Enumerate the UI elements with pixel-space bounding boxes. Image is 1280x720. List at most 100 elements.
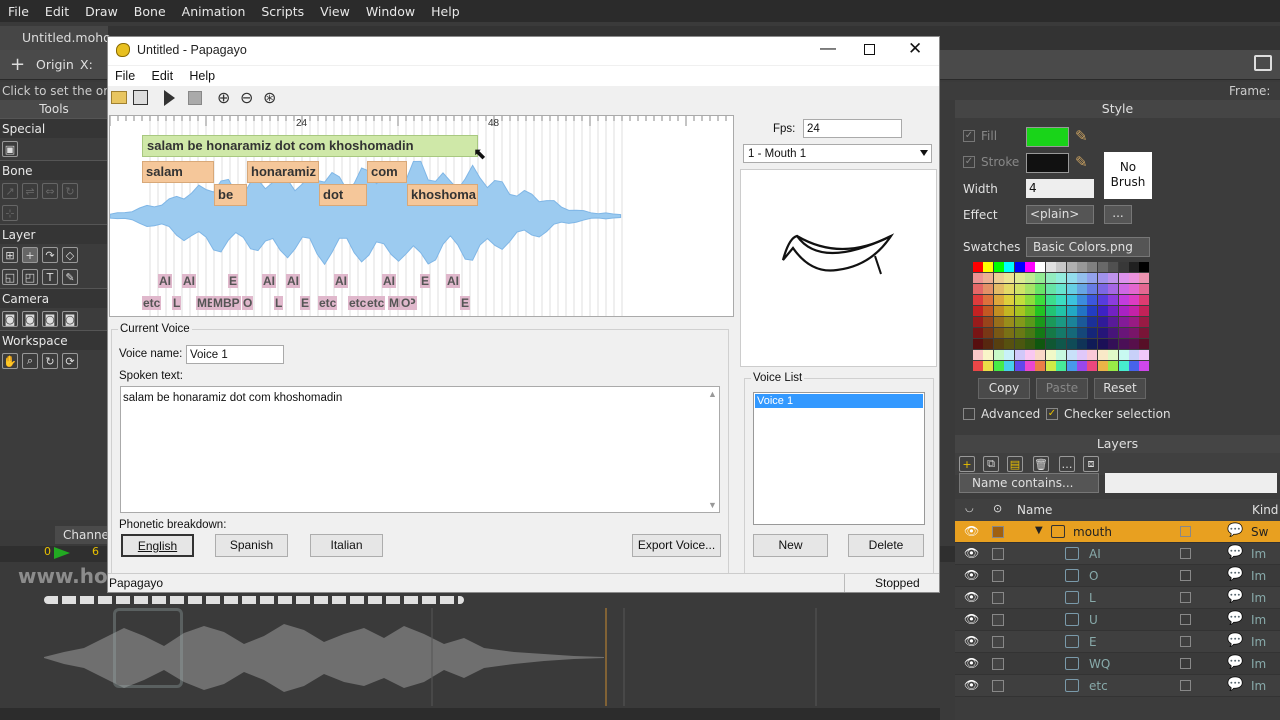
orbit-icon[interactable]: ⟳	[62, 353, 78, 369]
color-swatch[interactable]	[1025, 361, 1035, 371]
color-swatch[interactable]	[1097, 350, 1108, 360]
eyedropper-icon[interactable]: ✎	[62, 269, 78, 285]
phoneme-bottom-3[interactable]: MBP	[212, 296, 241, 310]
color-swatch[interactable]	[1035, 273, 1046, 283]
phoneme-top-0[interactable]: AI	[158, 274, 172, 288]
color-swatch[interactable]	[1108, 350, 1119, 360]
color-swatch[interactable]	[1056, 350, 1067, 360]
flip-layer-icon[interactable]: ◱	[2, 269, 18, 285]
phoneme-bottom-6[interactable]: E	[300, 296, 311, 310]
color-swatch[interactable]	[1139, 317, 1150, 327]
color-swatch[interactable]	[1097, 339, 1108, 349]
phoneme-top-2[interactable]: E	[228, 274, 239, 288]
color-swatch[interactable]	[1025, 306, 1035, 316]
stroke-color-swatch[interactable]	[1026, 153, 1069, 173]
color-swatch[interactable]	[1045, 328, 1056, 338]
phoneme-top-8[interactable]: AI	[446, 274, 460, 288]
color-swatch[interactable]	[1045, 295, 1056, 305]
color-swatch[interactable]	[983, 328, 994, 338]
keyframe-track[interactable]	[44, 596, 464, 604]
comment-icon[interactable]: 💬	[1227, 545, 1243, 560]
effect-more-button[interactable]: ...	[1104, 205, 1132, 224]
papagayo-menu-file[interactable]: File	[115, 69, 135, 83]
color-swatch[interactable]	[1004, 317, 1015, 327]
color-swatch[interactable]	[1056, 339, 1067, 349]
color-swatch[interactable]	[1097, 361, 1108, 371]
stroke-checkbox[interactable]: ✓	[963, 156, 975, 168]
layer-color-box[interactable]	[1180, 680, 1191, 691]
fill-checkbox[interactable]: ✓	[963, 130, 975, 142]
color-swatch[interactable]	[1056, 361, 1067, 371]
layer-color-box[interactable]	[1180, 636, 1191, 647]
color-swatch[interactable]	[1077, 306, 1087, 316]
new-layer-icon[interactable]: +	[959, 456, 975, 472]
color-swatch[interactable]	[1025, 328, 1035, 338]
fps-input[interactable]: 24	[803, 119, 902, 138]
color-swatch[interactable]	[983, 361, 994, 371]
color-swatch[interactable]	[983, 350, 994, 360]
phoneme-bottom-5[interactable]: L	[274, 296, 284, 310]
word-block-be[interactable]: be	[214, 184, 247, 206]
voice-listbox[interactable]: Voice 1	[753, 392, 925, 525]
color-swatch[interactable]	[1035, 295, 1046, 305]
paste-button[interactable]: Paste	[1036, 378, 1088, 399]
delete-layer-icon[interactable]: 🗑	[1033, 456, 1049, 472]
layer-lock-checkbox[interactable]	[992, 636, 1004, 648]
color-swatch[interactable]	[1025, 317, 1035, 327]
phoneme-bottom-8[interactable]: etc	[348, 296, 368, 310]
color-swatch[interactable]	[1066, 361, 1077, 371]
zoom-fit-icon[interactable]: ⊛	[263, 88, 276, 108]
delete-voice-button[interactable]: Delete	[848, 534, 924, 557]
camera-pan-icon[interactable]: ◙	[62, 311, 78, 327]
color-swatch[interactable]	[993, 295, 1004, 305]
eye-icon[interactable]: 👁	[964, 634, 979, 648]
swatches-select[interactable]: Basic Colors.png	[1026, 237, 1150, 257]
color-swatch[interactable]	[1004, 295, 1015, 305]
color-swatch[interactable]	[1129, 306, 1139, 316]
phoneme-bottom-7[interactable]: etc	[318, 296, 338, 310]
color-swatch[interactable]	[1004, 328, 1015, 338]
color-swatch[interactable]	[1066, 306, 1077, 316]
color-swatch[interactable]	[1108, 328, 1119, 338]
stop-icon[interactable]	[188, 91, 202, 105]
word-block-honaramiz[interactable]: honaramiz	[247, 161, 319, 183]
color-swatch[interactable]	[1077, 350, 1087, 360]
color-swatch[interactable]	[1139, 350, 1150, 360]
phoneme-top-4[interactable]: AI	[286, 274, 300, 288]
color-swatch[interactable]	[1108, 295, 1119, 305]
plus-icon[interactable]: +	[10, 54, 25, 75]
color-swatch[interactable]	[1087, 273, 1098, 283]
phoneme-top-5[interactable]: AI	[334, 274, 348, 288]
color-swatch[interactable]	[1129, 262, 1139, 272]
color-swatch[interactable]	[973, 306, 983, 316]
word-block-dot[interactable]: dot	[319, 184, 367, 206]
camera-zoom-icon[interactable]: ◙	[22, 311, 38, 327]
host-menu-help[interactable]: Help	[423, 4, 468, 19]
color-swatch[interactable]	[1087, 262, 1098, 272]
color-swatch[interactable]	[1045, 273, 1056, 283]
color-swatch[interactable]	[1108, 306, 1119, 316]
color-swatch[interactable]	[1014, 306, 1025, 316]
color-swatch[interactable]	[993, 306, 1004, 316]
color-swatch[interactable]	[1004, 306, 1015, 316]
color-swatch[interactable]	[1025, 350, 1035, 360]
color-swatch[interactable]	[1118, 317, 1129, 327]
host-menu-scripts[interactable]: Scripts	[253, 4, 312, 19]
color-swatch[interactable]	[1087, 328, 1098, 338]
papagayo-menu-help[interactable]: Help	[189, 69, 215, 83]
papagayo-menu-edit[interactable]: Edit	[152, 69, 174, 83]
comment-icon[interactable]: 💬	[1227, 567, 1243, 582]
color-swatch[interactable]	[1035, 317, 1046, 327]
layer-color-box[interactable]	[1180, 592, 1191, 603]
color-swatch[interactable]	[993, 273, 1004, 283]
italian-button[interactable]: Italian	[310, 534, 383, 557]
color-swatch[interactable]	[1045, 339, 1056, 349]
color-swatch[interactable]	[1035, 262, 1046, 272]
maximize-icon[interactable]	[864, 44, 875, 55]
bone-rotate-icon[interactable]: ↻	[62, 183, 78, 199]
new-voice-button[interactable]: New	[753, 534, 828, 557]
new-group-icon[interactable]: ▤	[1007, 456, 1023, 472]
zoom-out-icon[interactable]: ⊖	[240, 88, 253, 108]
color-swatch[interactable]	[1025, 339, 1035, 349]
color-swatch[interactable]	[1077, 295, 1087, 305]
